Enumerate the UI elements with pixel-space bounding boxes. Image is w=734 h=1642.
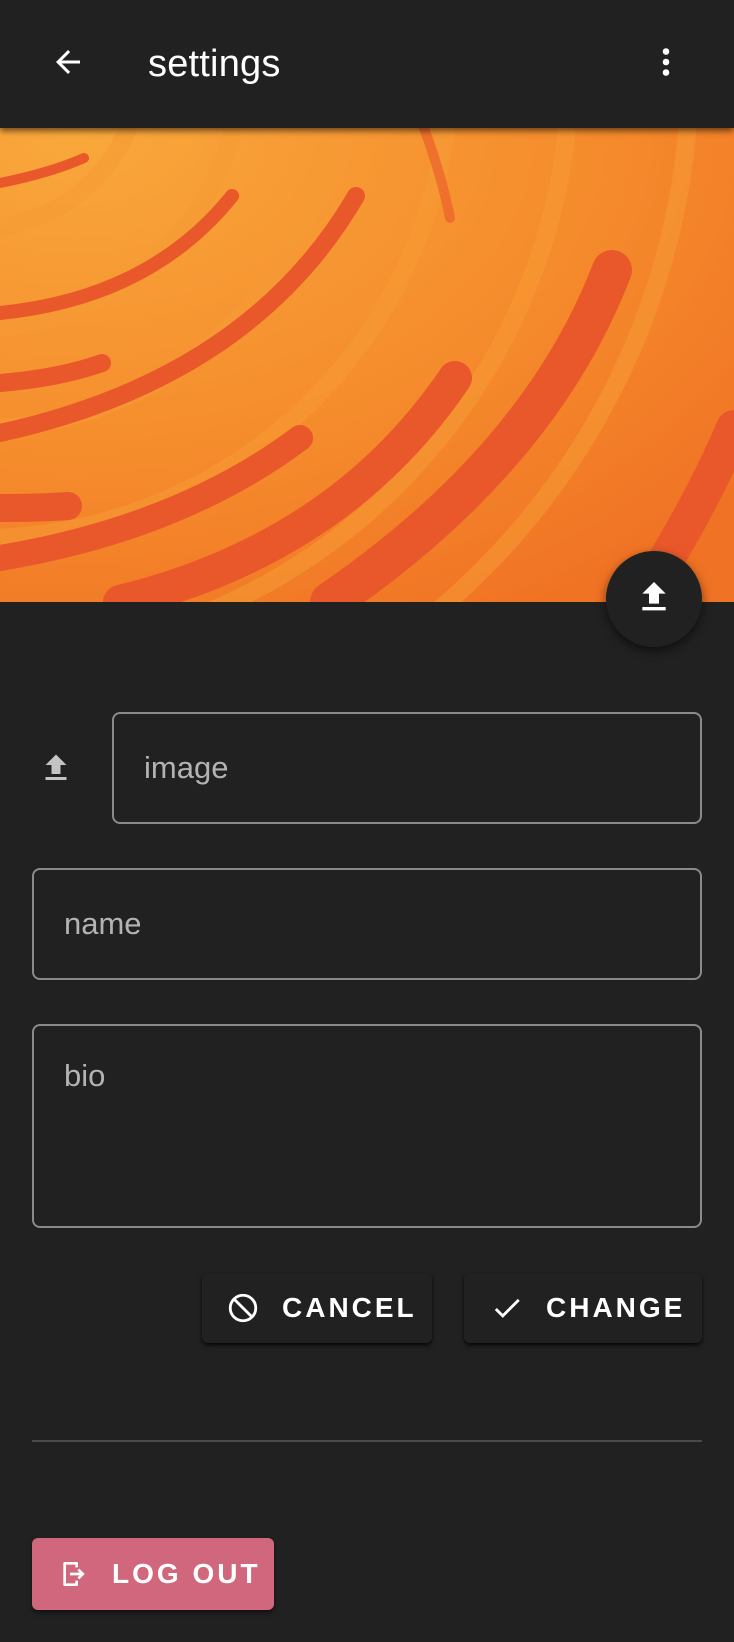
dots-vertical-icon — [648, 44, 684, 85]
change-button[interactable]: CHANGE — [464, 1273, 702, 1343]
check-icon — [490, 1291, 524, 1325]
upload-cover-button[interactable] — [606, 551, 702, 647]
back-button[interactable] — [36, 32, 100, 96]
upload-icon — [634, 577, 674, 622]
cancel-circle-icon — [226, 1291, 260, 1325]
logout-label: LOG OUT — [112, 1558, 261, 1589]
cover-image — [0, 128, 734, 602]
change-label: CHANGE — [546, 1292, 686, 1323]
divider — [32, 1440, 702, 1442]
image-field[interactable] — [112, 712, 702, 824]
arrow-left-icon — [50, 44, 86, 85]
bio-field[interactable] — [32, 1024, 702, 1228]
cancel-button[interactable]: CANCEL — [202, 1273, 432, 1343]
upload-icon — [36, 744, 76, 792]
name-field[interactable] — [32, 868, 702, 980]
cancel-label: CANCEL — [282, 1292, 417, 1323]
more-options-button[interactable] — [634, 32, 698, 96]
logout-button[interactable]: LOG OUT — [32, 1538, 274, 1610]
app-bar: settings — [0, 0, 734, 128]
logout-icon — [58, 1557, 90, 1591]
page-title: settings — [148, 43, 281, 85]
